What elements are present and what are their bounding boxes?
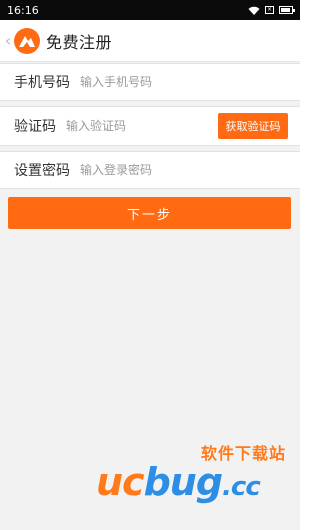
status-icons: × <box>248 6 295 15</box>
status-bar: 16:16 × <box>0 0 300 20</box>
watermark-brand-orange: uc <box>96 460 145 504</box>
phone-row: 手机号码 <box>0 63 300 101</box>
next-step-button[interactable]: 下一步 <box>8 197 291 229</box>
title-bar: ‹ 免费注册 <box>0 20 300 62</box>
watermark-logo: 软件下载站 ucbug.cc <box>90 438 290 508</box>
phone-screen: 16:16 × ‹ 免费注册 手机号码 验证码 获 <box>0 0 300 530</box>
wifi-icon <box>248 6 260 15</box>
phone-label: 手机号码 <box>14 75 70 91</box>
code-label: 验证码 <box>14 119 56 135</box>
page-title: 免费注册 <box>46 32 113 52</box>
app-logo-icon <box>14 27 40 54</box>
password-row: 设置密码 <box>0 151 300 189</box>
code-row: 验证码 获取验证码 <box>0 106 300 146</box>
sim-icon: × <box>265 6 274 14</box>
get-code-button[interactable]: 获取验证码 <box>218 113 288 139</box>
status-time: 16:16 <box>7 3 39 17</box>
battery-icon <box>279 6 295 14</box>
code-input[interactable] <box>66 119 218 133</box>
watermark-brand-tld: .cc <box>222 472 261 502</box>
watermark-brand: ucbug.cc <box>96 460 261 504</box>
watermark-brand-blue: bug <box>143 460 223 504</box>
password-label: 设置密码 <box>14 163 70 179</box>
battery-level <box>281 8 290 12</box>
phone-input[interactable] <box>80 75 300 89</box>
password-input[interactable] <box>80 163 300 177</box>
chevron-left-icon[interactable]: ‹ <box>2 20 14 62</box>
